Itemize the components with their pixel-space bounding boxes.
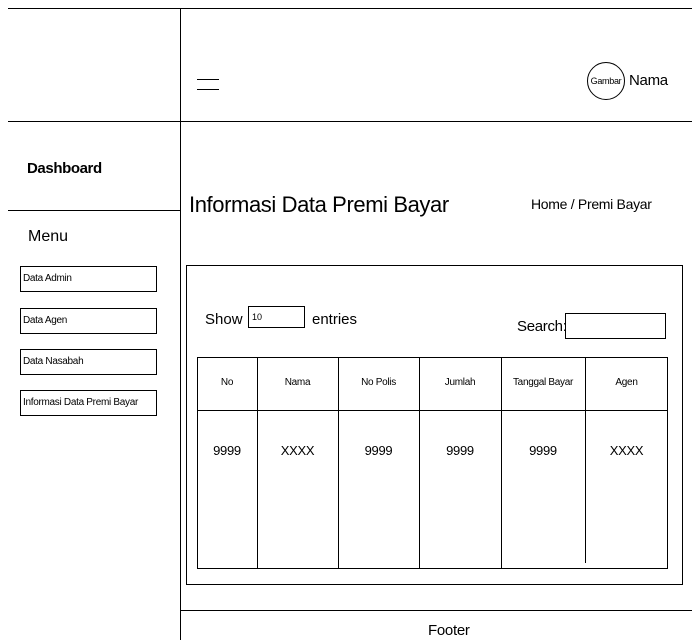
breadcrumb[interactable]: Home / Premi Bayar [531, 196, 652, 212]
search-label: Search: [517, 318, 567, 335]
sidebar-title-divider [8, 210, 180, 211]
menu-toggle-bar-top [197, 79, 219, 80]
menu-toggle-bar-bottom [197, 89, 219, 90]
entries-label: entries [312, 311, 358, 328]
table-col-divider-1 [257, 357, 258, 569]
menu-label: Menu [28, 228, 69, 245]
data-table [197, 357, 668, 569]
show-label: Show [205, 311, 243, 328]
table-cell-nama: XXXX [280, 443, 315, 458]
header-bottom-border [8, 121, 692, 122]
sidebar-divider [180, 8, 181, 640]
footer-text: Footer [428, 622, 470, 639]
table-cell-jumlah: 9999 [446, 443, 474, 458]
avatar-text: Gambar [590, 76, 622, 86]
column-header-agen[interactable]: Agen [585, 377, 668, 388]
table-cell-no: 9999 [213, 443, 241, 458]
page-title: Informasi Data Premi Bayar [189, 192, 449, 217]
user-name[interactable]: Nama [629, 72, 668, 89]
frame-top-border [8, 8, 692, 9]
search-input[interactable] [565, 313, 666, 339]
column-header-no-polis[interactable]: No Polis [338, 377, 419, 388]
entries-value: 10 [252, 312, 263, 322]
table-cell-tanggal-bayar: 9999 [529, 443, 557, 458]
menu-toggle-button[interactable] [197, 78, 221, 92]
table-col-divider-4 [501, 357, 502, 569]
column-header-jumlah[interactable]: Jumlah [419, 377, 501, 388]
sidebar-item-data-agen[interactable]: Data Agen [20, 308, 157, 334]
sidebar-title[interactable]: Dashboard [27, 160, 102, 177]
sidebar-item-premi-bayar[interactable]: Informasi Data Premi Bayar [20, 390, 157, 416]
sidebar-item-data-admin[interactable]: Data Admin [20, 266, 157, 292]
entries-select[interactable]: 10 [248, 306, 305, 328]
sidebar-item-data-nasabah[interactable]: Data Nasabah [20, 349, 157, 375]
column-header-tanggal-bayar[interactable]: Tanggal Bayar [501, 377, 585, 388]
table-header-divider [197, 410, 668, 411]
footer-top-border [180, 610, 692, 611]
table-col-divider-3 [419, 357, 420, 569]
table-cell-no-polis: 9999 [364, 443, 393, 458]
avatar[interactable]: Gambar [587, 62, 625, 100]
table-cell-agen: XXXX [609, 443, 644, 458]
column-header-no[interactable]: No [197, 377, 257, 388]
table-col-divider-2 [338, 357, 339, 569]
column-header-nama[interactable]: Nama [257, 377, 338, 388]
